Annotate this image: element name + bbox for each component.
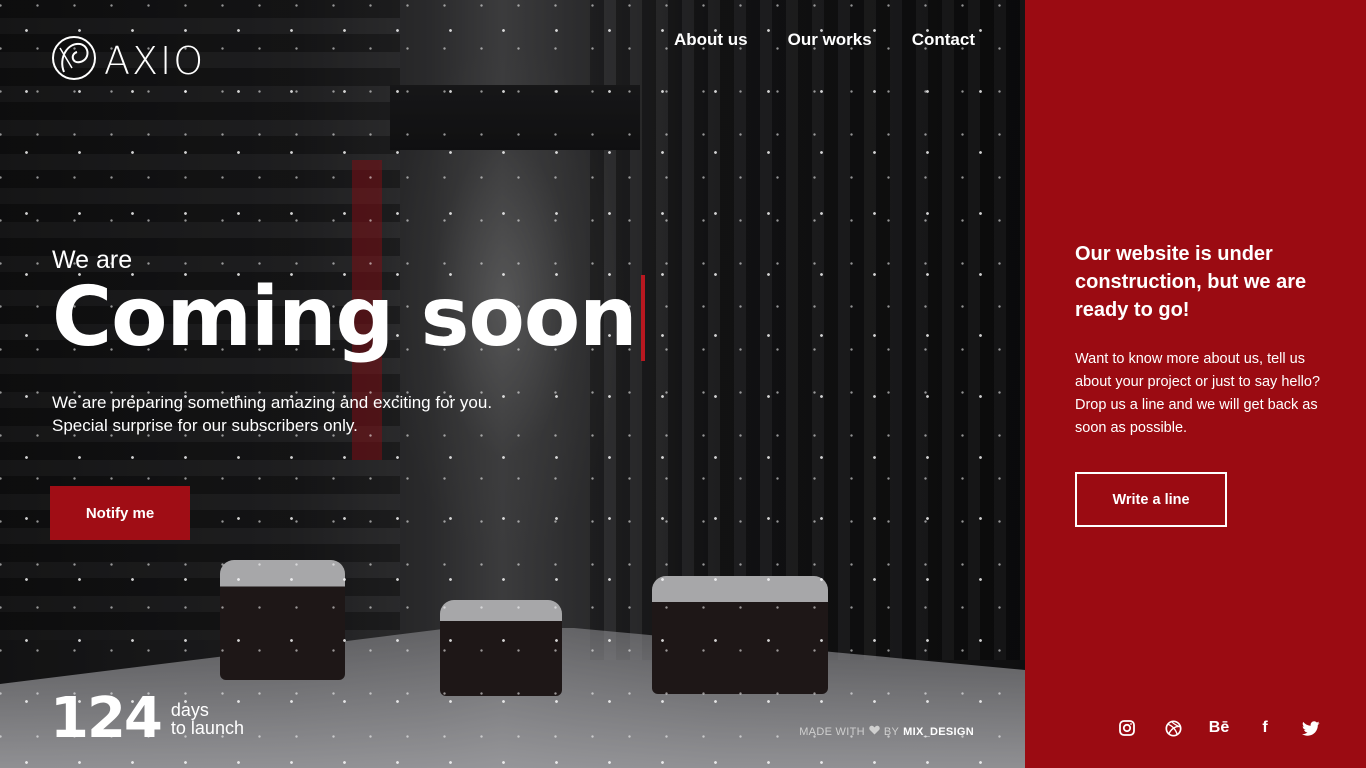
description-line-2: Special surprise for our subscribers onl… bbox=[52, 416, 358, 436]
nav-works[interactable]: Our works bbox=[788, 30, 872, 50]
behance-icon[interactable]: Bē bbox=[1209, 718, 1229, 738]
logo-icon bbox=[50, 28, 98, 94]
hero-description: We are preparing something amazing and e… bbox=[52, 391, 645, 437]
page-title: Coming soon bbox=[52, 270, 645, 365]
countdown: 124 days to launch bbox=[50, 686, 244, 751]
nav-about[interactable]: About us bbox=[674, 30, 748, 50]
credit-by: BY bbox=[883, 725, 900, 738]
logo-wordmark: AXIO bbox=[104, 39, 206, 83]
footer-credit: MADE WITH BY MIX_DESIGN bbox=[799, 725, 974, 738]
credit-prefix: MADE WITH bbox=[799, 725, 865, 738]
heart-icon bbox=[869, 725, 880, 738]
facebook-icon[interactable]: f bbox=[1255, 718, 1275, 738]
typing-caret bbox=[640, 275, 645, 362]
panel-heading: Our website is under construction, but w… bbox=[1075, 243, 1307, 321]
main-nav: About us Our works Contact bbox=[674, 30, 975, 50]
logo[interactable]: AXIO bbox=[50, 28, 205, 94]
social-links: Bē f bbox=[1117, 718, 1321, 738]
countdown-caption: to launch bbox=[170, 717, 244, 738]
description-line-1: We are preparing something amazing and e… bbox=[52, 393, 493, 413]
write-a-line-button[interactable]: Write a line bbox=[1075, 472, 1227, 527]
countdown-label: days to launch bbox=[171, 701, 244, 737]
instagram-icon[interactable] bbox=[1117, 718, 1137, 738]
twitter-icon[interactable] bbox=[1301, 718, 1321, 738]
countdown-unit: days bbox=[170, 699, 209, 720]
countdown-value: 124 bbox=[50, 686, 163, 751]
notify-button[interactable]: Notify me bbox=[50, 486, 190, 540]
nav-contact[interactable]: Contact bbox=[912, 30, 975, 50]
panel-text: Want to know more about us, tell us abou… bbox=[1075, 351, 1321, 436]
contact-panel: Our website is under construction, but w… bbox=[1025, 0, 1366, 768]
dribbble-icon[interactable] bbox=[1163, 718, 1183, 738]
intro: We are Coming soon We are preparing some… bbox=[52, 246, 645, 437]
title-text: Coming soon bbox=[52, 270, 638, 365]
credit-author[interactable]: MIX_DESIGN bbox=[903, 726, 974, 738]
